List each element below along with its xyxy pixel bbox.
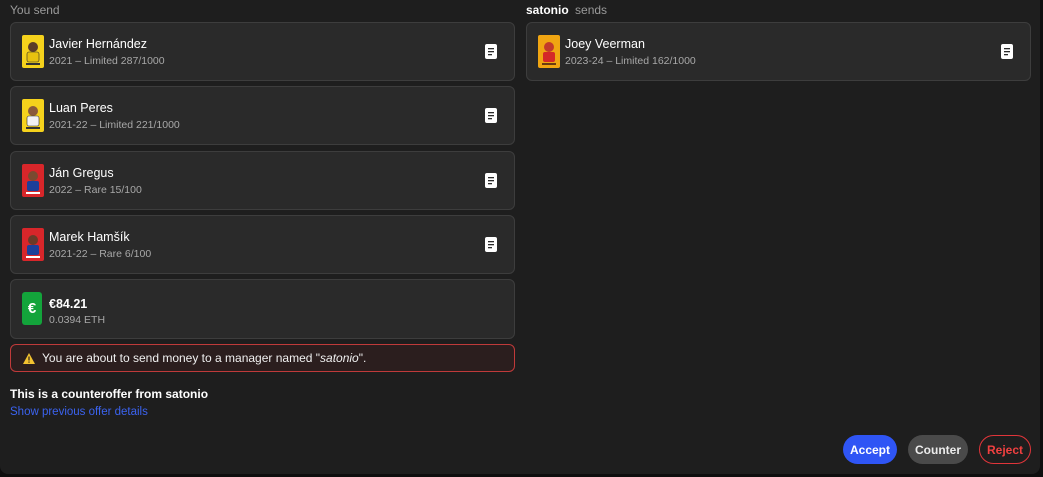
player-card-detail: 2022 – Rare 15/100 bbox=[49, 184, 142, 196]
document-icon[interactable] bbox=[1001, 44, 1013, 59]
trade-offer-panel: You send satonio sends Javier Hernández … bbox=[0, 0, 1040, 474]
player-card-detail: 2023-24 – Limited 162/1000 bbox=[565, 55, 696, 67]
player-card-icon bbox=[22, 35, 44, 68]
show-previous-offer-link[interactable]: Show previous offer details bbox=[10, 406, 148, 418]
you-send-header: You send bbox=[10, 3, 60, 17]
document-icon[interactable] bbox=[485, 108, 497, 123]
money-amount: €84.21 bbox=[49, 297, 88, 311]
you-send-label: You send bbox=[10, 3, 60, 17]
document-icon[interactable] bbox=[485, 173, 497, 188]
player-card-detail: 2021 – Limited 287/1000 bbox=[49, 55, 165, 67]
money-warning-banner: You are about to send money to a manager… bbox=[10, 344, 515, 372]
player-name: Javier Hernández bbox=[49, 37, 147, 51]
counterparty-sends-label: sends bbox=[575, 3, 608, 17]
counterparty-name: satonio bbox=[526, 3, 569, 17]
player-name: Marek Hamšík bbox=[49, 230, 130, 244]
player-card-icon bbox=[22, 99, 44, 132]
euro-icon: € bbox=[22, 292, 42, 325]
player-card-item[interactable]: Luan Peres 2021-22 – Limited 221/1000 bbox=[10, 86, 515, 145]
money-eth-value: 0.0394 ETH bbox=[49, 314, 106, 326]
warning-icon bbox=[23, 352, 35, 364]
counter-button[interactable]: Counter bbox=[908, 435, 968, 464]
accept-button[interactable]: Accept bbox=[843, 435, 897, 464]
warning-manager-name: satonio bbox=[320, 351, 359, 365]
document-icon[interactable] bbox=[485, 44, 497, 59]
document-icon[interactable] bbox=[485, 237, 497, 252]
player-name: Luan Peres bbox=[49, 101, 113, 115]
player-name: Ján Gregus bbox=[49, 166, 114, 180]
warning-text: You are about to send money to a manager… bbox=[42, 351, 367, 365]
player-name: Joey Veerman bbox=[565, 37, 645, 51]
counteroffer-title: This is a counteroffer from satonio bbox=[10, 387, 209, 401]
money-item: € €84.21 0.0394 ETH bbox=[10, 279, 515, 339]
player-card-item[interactable]: Joey Veerman 2023-24 – Limited 162/1000 bbox=[526, 22, 1031, 81]
player-card-item[interactable]: Javier Hernández 2021 – Limited 287/1000 bbox=[10, 22, 515, 81]
player-card-item[interactable]: Ján Gregus 2022 – Rare 15/100 bbox=[10, 151, 515, 210]
player-card-icon bbox=[22, 164, 44, 197]
player-card-detail: 2021-22 – Rare 6/100 bbox=[49, 248, 152, 260]
counterparty-sends-header: satonio sends bbox=[526, 3, 607, 17]
player-card-item[interactable]: Marek Hamšík 2021-22 – Rare 6/100 bbox=[10, 215, 515, 274]
player-card-icon bbox=[538, 35, 560, 68]
player-card-detail: 2021-22 – Limited 221/1000 bbox=[49, 119, 180, 131]
reject-button[interactable]: Reject bbox=[979, 435, 1031, 464]
player-card-icon bbox=[22, 228, 44, 261]
